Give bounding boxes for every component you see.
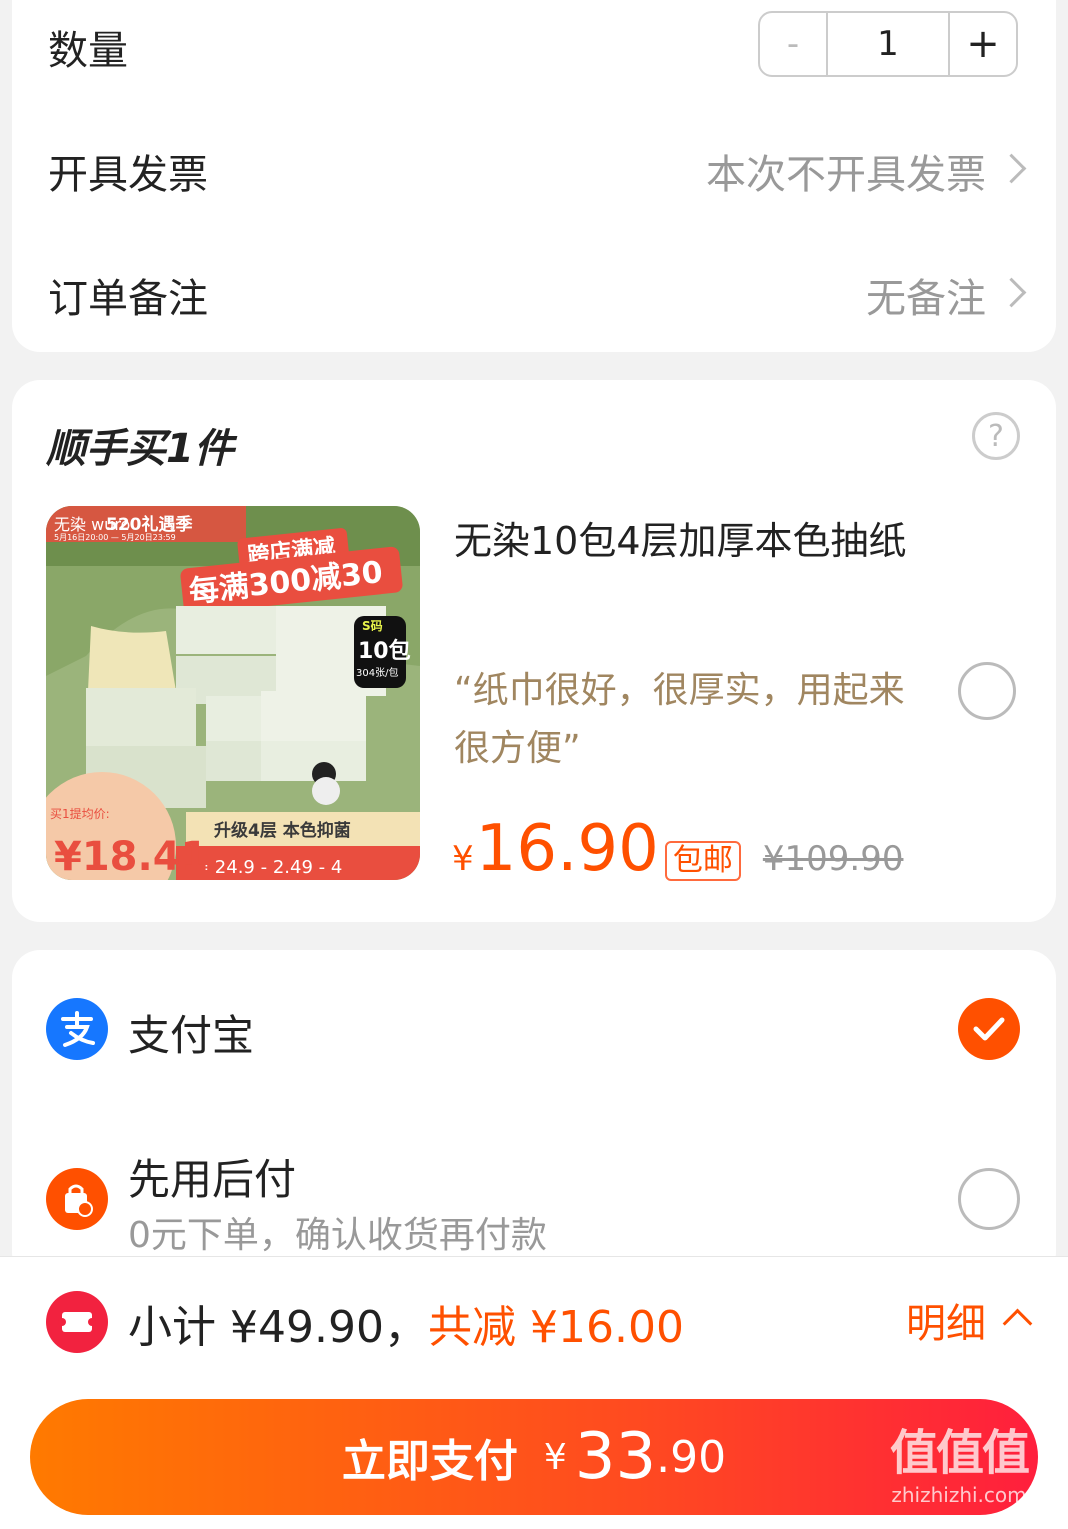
watermark: 值值值 zhizhizhi.com bbox=[889, 1413, 1030, 1507]
product-price-row: ¥ 16.90 包邮 ¥109.90 bbox=[452, 812, 903, 886]
addon-select-radio[interactable] bbox=[958, 662, 1016, 720]
payment-name: 先用后付 bbox=[128, 1155, 297, 1204]
chevron-right-icon bbox=[996, 153, 1027, 184]
payment-card: 支付宝 先用后付 0元下单，确认收货再付款 bbox=[12, 950, 1056, 1280]
original-price: ¥109.90 bbox=[762, 839, 904, 879]
alipay-icon bbox=[46, 998, 108, 1060]
image-size-text: S码 bbox=[362, 619, 383, 633]
pay-amount-int: 33 bbox=[574, 1420, 657, 1494]
image-feature-text: 升级4层 本色抑菌 bbox=[214, 820, 351, 841]
image-sheets-text: 304张/包 bbox=[356, 666, 398, 679]
quantity-value[interactable]: 1 bbox=[828, 13, 950, 75]
alipay-glyph bbox=[61, 1011, 95, 1047]
product-image-art: 无染 wuro 520礼遇季 5月16日20:00 — 5月20日23:59 跨… bbox=[46, 506, 420, 880]
chevron-right-icon bbox=[996, 277, 1027, 308]
addon-title: 顺手买1件 bbox=[46, 426, 234, 472]
quantity-stepper[interactable]: - 1 + bbox=[758, 11, 1018, 77]
payment-name: 支付宝 bbox=[128, 1011, 255, 1060]
product-name[interactable]: 无染10包4层加厚本色抽纸 bbox=[454, 510, 907, 565]
remark-value: 无备注 bbox=[866, 276, 986, 322]
subtotal-text: 小计 ¥49.90， bbox=[128, 1302, 428, 1353]
quantity-label: 数量 bbox=[48, 28, 128, 74]
pay-later-icon bbox=[46, 1168, 108, 1230]
pay-now-label: 立即支付 bbox=[341, 1436, 518, 1487]
detail-label[interactable]: 明细 bbox=[906, 1291, 986, 1349]
product-image[interactable]: 无染 wuro 520礼遇季 5月16日20:00 — 5月20日23:59 跨… bbox=[46, 506, 420, 880]
review-line-2: 很方便” bbox=[454, 728, 581, 769]
product-price: 16.90 bbox=[475, 812, 659, 886]
payment-subtitle: 0元下单，确认收货再付款 bbox=[128, 1215, 547, 1256]
coupon-icon bbox=[46, 1291, 108, 1353]
pay-symbol: ¥ bbox=[543, 1436, 567, 1478]
image-calc-label: 买1提均价: bbox=[50, 806, 110, 821]
pay-later-radio[interactable] bbox=[958, 1168, 1020, 1230]
chevron-up-icon[interactable] bbox=[1002, 1308, 1033, 1339]
increase-button[interactable]: + bbox=[950, 13, 1016, 75]
image-campaign-text: 520礼遇季 bbox=[106, 514, 193, 535]
discount-text: 共减 ¥16.00 bbox=[428, 1302, 684, 1353]
remark-label: 订单备注 bbox=[48, 276, 208, 322]
invoice-label: 开具发票 bbox=[48, 152, 208, 198]
watermark-text: 值值值 bbox=[889, 1425, 1030, 1481]
order-options-card: 数量 - 1 + 开具发票 本次不开具发票 订单备注 无备注 bbox=[12, 0, 1056, 352]
watermark-url: zhizhizhi.com bbox=[891, 1483, 1027, 1507]
image-dates-text: 5月16日20:00 — 5月20日23:59 bbox=[54, 533, 176, 542]
product-review: “纸巾很好，很厚实，用起来 很方便” bbox=[454, 662, 924, 778]
addon-card: 顺手买1件 ? 无染 wuro 520礼遇季 5月16日20:00 — 5月20… bbox=[12, 380, 1056, 922]
image-formula-text: = 24.9 - 2.49 - 4 bbox=[194, 857, 342, 878]
bottom-bar: 小计 ¥49.90， 共减 ¥16.00 明细 立即支付 ¥ 33 .90 值值… bbox=[0, 1256, 1068, 1529]
pay-amount-dec: .90 bbox=[656, 1431, 727, 1483]
shopping-bag-glyph bbox=[65, 1184, 93, 1217]
decrease-button[interactable]: - bbox=[760, 13, 828, 75]
price-symbol: ¥ bbox=[452, 839, 474, 879]
free-shipping-badge: 包邮 bbox=[664, 841, 741, 881]
review-line-1: “纸巾很好，很厚实，用起来 bbox=[454, 670, 905, 711]
invoice-value: 本次不开具发票 bbox=[706, 152, 986, 198]
image-packs-text: 10包 bbox=[358, 638, 411, 664]
checkmark-icon[interactable] bbox=[958, 998, 1020, 1060]
help-icon[interactable]: ? bbox=[972, 412, 1020, 460]
image-calc-price: ¥18.41 bbox=[54, 834, 208, 880]
pay-now-button[interactable]: 立即支付 ¥ 33 .90 值值值 zhizhizhi.com bbox=[30, 1399, 1038, 1515]
